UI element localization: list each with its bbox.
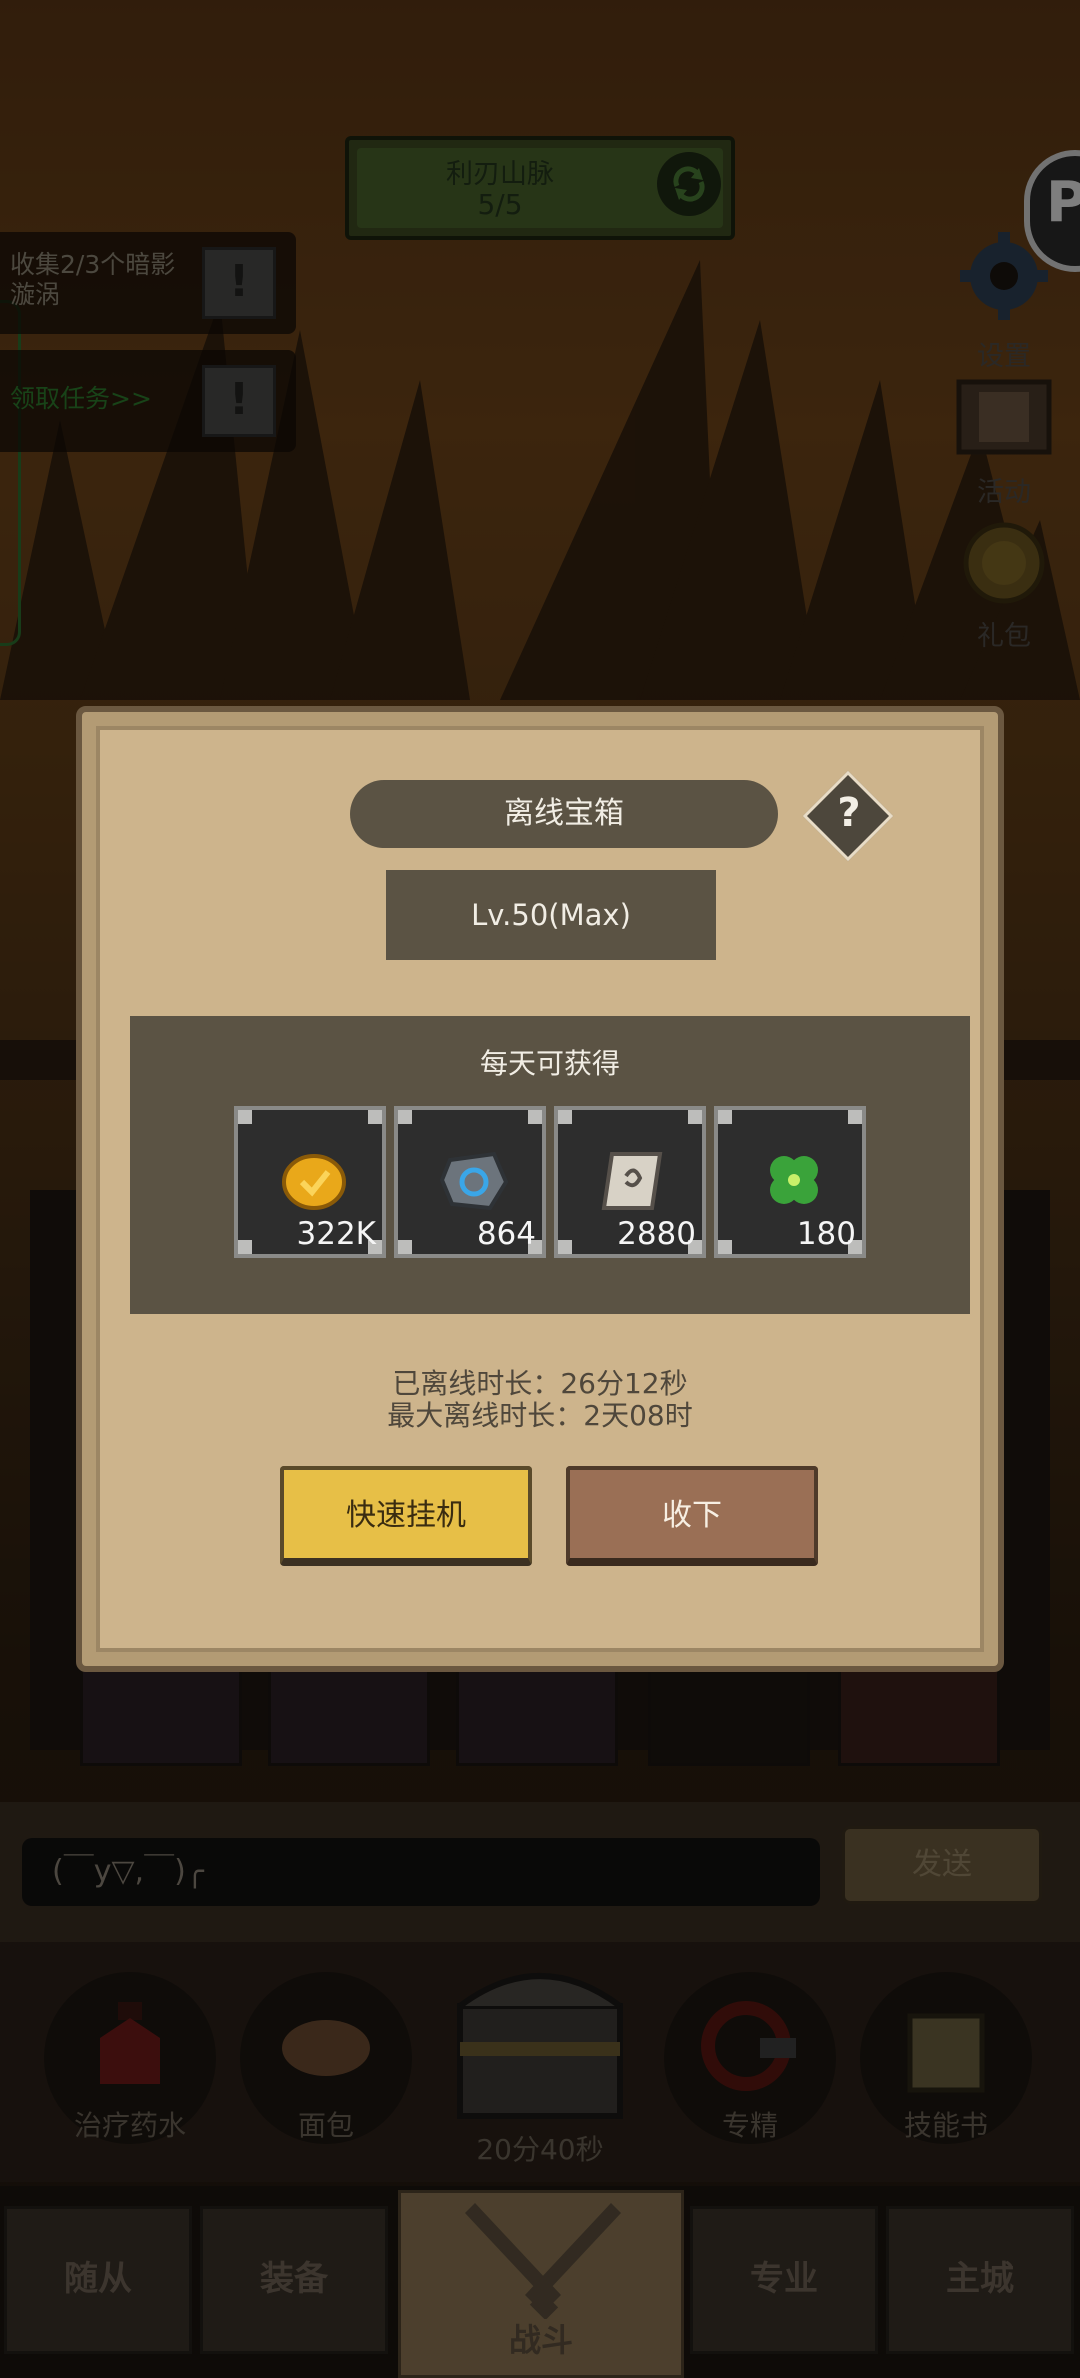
collect-button[interactable]: 收下 [566, 1466, 818, 1566]
chest-level: Lv.50(Max) [386, 870, 716, 960]
offline-chest-dialog: 离线宝箱 ? Lv.50(Max) 每天可获得 322K 864 2880 18… [76, 706, 1004, 1672]
scroll-icon [601, 1152, 663, 1210]
reward-qty: 2880 [617, 1216, 696, 1252]
reward-slot[interactable]: 2880 [554, 1106, 706, 1258]
rune-stone-icon [439, 1151, 509, 1211]
reward-qty: 864 [476, 1216, 536, 1252]
help-glyph[interactable]: ? [816, 780, 882, 846]
reward-qty: 180 [796, 1216, 856, 1252]
rewards-panel: 每天可获得 322K 864 2880 180 [130, 1016, 970, 1314]
gold-coin-icon [282, 1154, 346, 1210]
reward-slot[interactable]: 864 [394, 1106, 546, 1258]
quick-idle-button[interactable]: 快速挂机 [280, 1466, 532, 1566]
max-offline-time: 最大离线时长：2天08时 [387, 1399, 693, 1432]
rewards-title: 每天可获得 [479, 1047, 620, 1080]
reward-slot[interactable]: 322K [234, 1106, 386, 1258]
clover-icon [770, 1156, 818, 1204]
dialog-title: 离线宝箱 [350, 780, 778, 848]
reward-slot[interactable]: 180 [714, 1106, 866, 1258]
reward-qty: 322K [296, 1216, 377, 1252]
